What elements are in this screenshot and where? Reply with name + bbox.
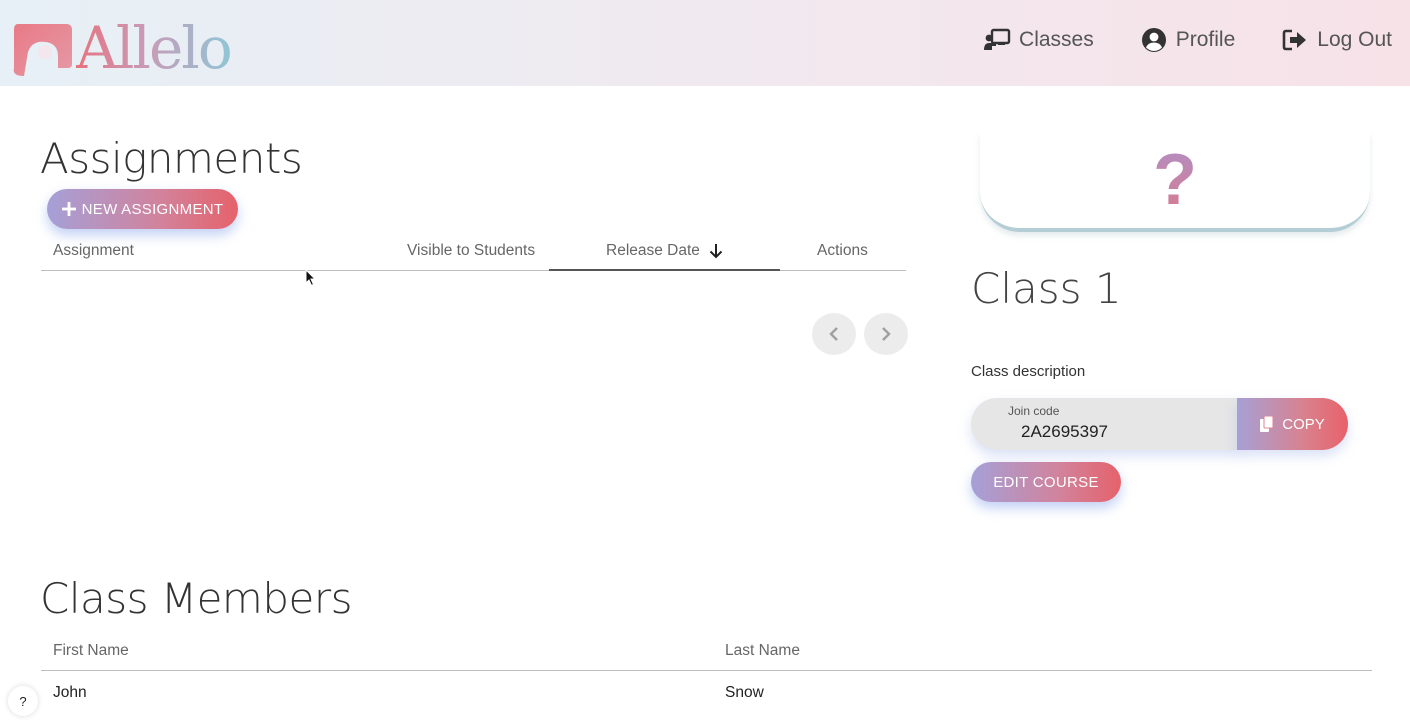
copy-label: COPY <box>1282 415 1325 433</box>
join-code-value: 2A2695397 <box>1021 422 1108 441</box>
logo-text: Allelo <box>76 14 233 82</box>
nav-profile-label: Profile <box>1175 28 1236 51</box>
chevron-right-icon <box>882 327 891 341</box>
column-header-actions: Actions <box>817 242 868 259</box>
allelo-logo[interactable]: Allelo <box>12 14 233 82</box>
column-header-assignment[interactable]: Assignment <box>53 242 134 260</box>
column-header-last-name[interactable]: Last Name <box>725 642 800 660</box>
release-date-label: Release Date <box>606 242 700 259</box>
course-image-placeholder: ? <box>980 132 1370 232</box>
copy-icon <box>1260 416 1274 432</box>
member-first-name: John <box>53 684 87 701</box>
sort-column-indicator <box>549 269 780 271</box>
new-assignment-button[interactable]: NEW ASSIGNMENT <box>47 189 238 229</box>
column-header-release-date[interactable]: Release Date <box>606 242 724 260</box>
user-circle-icon <box>1141 28 1166 52</box>
nav-logout-label: Log Out <box>1317 28 1392 51</box>
sign-out-icon <box>1282 29 1307 51</box>
plus-icon <box>61 202 76 216</box>
edit-course-button[interactable]: EDIT COURSE <box>971 462 1121 502</box>
arrow-down-icon <box>709 244 723 259</box>
column-header-first-name[interactable]: First Name <box>53 642 129 660</box>
member-last-name: Snow <box>725 684 764 701</box>
assignments-title: Assignments <box>40 134 303 183</box>
question-mark-icon: ? <box>1153 140 1197 220</box>
nav-profile[interactable]: Profile <box>1140 26 1236 54</box>
chevron-left-icon <box>829 327 838 341</box>
course-description: Class description <box>971 363 1086 380</box>
new-assignment-label: NEW ASSIGNMENT <box>81 200 224 218</box>
copy-join-code-button[interactable]: COPY <box>1237 398 1348 450</box>
app-header: Allelo Classes Profile Log Out <box>0 0 1410 86</box>
top-nav: Classes Profile Log Out <box>983 26 1392 54</box>
nav-classes[interactable]: Classes <box>983 26 1094 54</box>
help-button[interactable]: ? <box>8 686 38 716</box>
class-members-title: Class Members <box>40 574 353 623</box>
column-header-visible[interactable]: Visible to Students <box>407 242 535 260</box>
mouse-cursor-icon <box>305 269 317 287</box>
pagination-prev-button[interactable] <box>812 313 856 355</box>
pagination-next-button[interactable] <box>864 313 908 355</box>
course-name: Class 1 <box>971 264 1122 313</box>
join-code-label: Join code <box>1008 404 1060 418</box>
edit-course-label: EDIT COURSE <box>993 473 1099 491</box>
members-table-divider <box>41 670 1372 671</box>
join-code-field[interactable]: Join code 2A2695397 <box>971 398 1239 450</box>
nav-logout[interactable]: Log Out <box>1281 26 1392 54</box>
chalkboard-teacher-icon <box>984 28 1011 50</box>
logo-mark-icon <box>12 18 74 78</box>
nav-classes-label: Classes <box>1019 28 1094 51</box>
